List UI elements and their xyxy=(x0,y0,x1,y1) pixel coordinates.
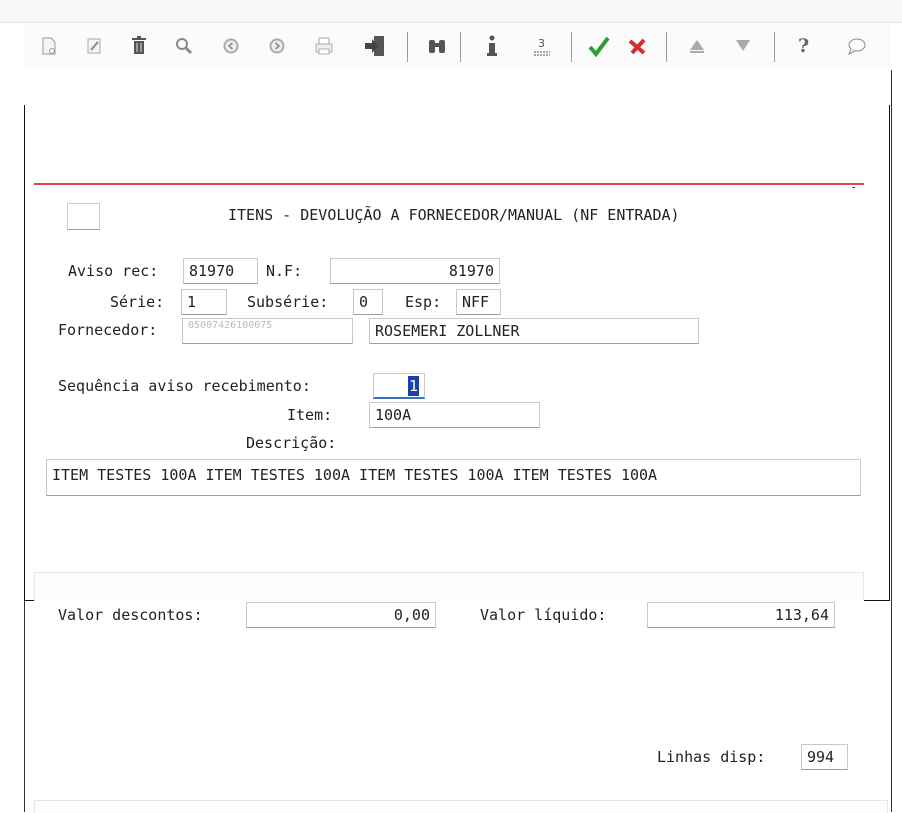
form-title-strip xyxy=(24,70,890,106)
nf-field[interactable]: 81970 xyxy=(330,258,500,284)
esp-field[interactable]: NFF xyxy=(456,289,501,315)
descricao-field[interactable]: ITEM TESTES 100A ITEM TESTES 100A ITEM T… xyxy=(46,459,861,496)
fornecedor-label: Fornecedor: xyxy=(58,321,158,339)
empty-panel xyxy=(34,572,864,601)
header-dash: - xyxy=(850,180,858,194)
cancel-icon[interactable] xyxy=(624,32,650,60)
form-title: ITENS - DEVOLUÇÃO A FORNECEDOR/MANUAL (N… xyxy=(228,206,680,224)
subserie-field[interactable]: 0 xyxy=(353,289,383,315)
valor-liquido-label: Valor líquido: xyxy=(480,606,607,624)
valor-descontos-label: Valor descontos: xyxy=(58,606,203,624)
nf-label: N.F: xyxy=(266,262,303,280)
descricao-label: Descrição: xyxy=(246,434,337,452)
next-icon[interactable] xyxy=(264,32,290,60)
aviso-rec-label: Aviso rec: xyxy=(68,262,159,280)
chat-icon[interactable] xyxy=(844,32,870,60)
bottom-panel xyxy=(34,800,888,813)
search-icon[interactable] xyxy=(171,32,197,60)
serie-label: Série: xyxy=(110,293,165,311)
svg-text:3: 3 xyxy=(538,37,545,50)
info-icon[interactable] xyxy=(479,32,505,60)
item-window xyxy=(24,105,890,601)
new-icon[interactable] xyxy=(36,32,62,60)
list-icon[interactable]: 3 xyxy=(529,32,555,60)
valor-descontos-field[interactable]: 0,00 xyxy=(246,602,436,628)
linhas-disp-label: Linhas disp: xyxy=(657,748,766,766)
toolbar-separator xyxy=(460,32,461,62)
toolbar-separator xyxy=(407,32,408,62)
valor-liquido-field[interactable]: 113,64 xyxy=(647,602,835,628)
confirm-icon[interactable] xyxy=(586,32,612,60)
sequencia-value: 1 xyxy=(408,376,419,396)
selection-checkbox[interactable] xyxy=(67,203,100,230)
header-separator xyxy=(34,183,864,185)
window-top-strip xyxy=(0,0,902,23)
toolbar-separator xyxy=(571,32,572,62)
aviso-rec-field[interactable]: 81970 xyxy=(183,258,258,284)
toolbar: 3 ? xyxy=(24,24,890,71)
item-label: Item: xyxy=(287,406,333,424)
svg-text:?: ? xyxy=(798,35,809,57)
item-field[interactable]: 100A xyxy=(369,402,540,428)
print-icon[interactable] xyxy=(311,32,337,60)
sequencia-label: Sequência aviso recebimento: xyxy=(58,377,311,395)
toolbar-separator xyxy=(774,32,775,62)
toolbar-separator xyxy=(666,32,667,62)
subserie-label: Subsérie: xyxy=(247,293,329,311)
edit-icon[interactable] xyxy=(81,32,107,60)
delete-icon[interactable] xyxy=(126,32,152,60)
serie-field[interactable]: 1 xyxy=(181,289,227,315)
previous-icon[interactable] xyxy=(218,32,244,60)
exit-icon[interactable] xyxy=(362,32,388,60)
fornecedor-name-field[interactable]: ROSEMERI ZOLLNER xyxy=(369,318,699,344)
binoculars-icon[interactable] xyxy=(424,32,450,60)
down-icon[interactable] xyxy=(730,32,756,60)
up-icon[interactable] xyxy=(684,32,710,60)
fornecedor-code-field[interactable]: 05007426100075 xyxy=(182,318,353,344)
help-icon[interactable]: ? xyxy=(792,32,818,60)
linhas-disp-field[interactable]: 994 xyxy=(801,744,848,770)
esp-label: Esp: xyxy=(405,293,442,311)
